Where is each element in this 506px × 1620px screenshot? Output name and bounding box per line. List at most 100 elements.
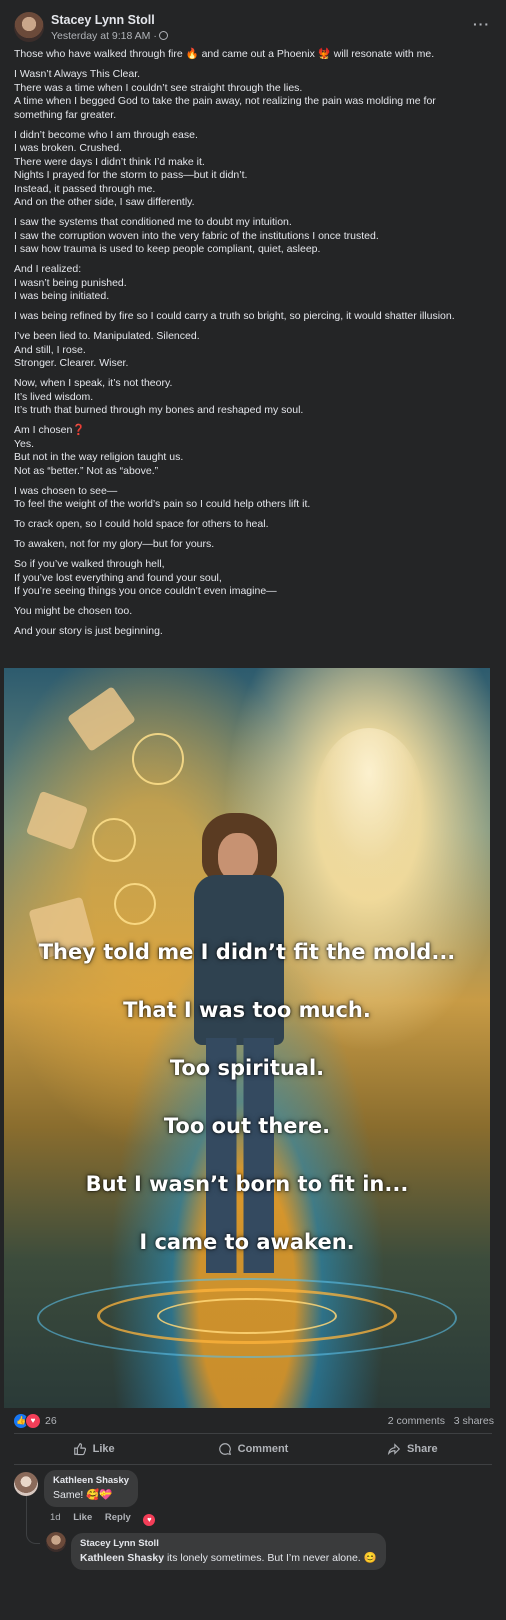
figure-head (218, 833, 258, 881)
post-line: Not as “better.” Not as “above.” (14, 464, 159, 477)
post-paragraph: I’ve been lied to. Manipulated. Silenced… (14, 330, 494, 371)
post-line: You might be chosen too. (14, 605, 133, 617)
shares-count[interactable]: 3 shares (454, 1415, 494, 1427)
quote-line: But I wasn’t born to fit in... (85, 1172, 409, 1196)
post-line: But not in the way religion taught us. (14, 451, 184, 463)
love-reaction-icon[interactable]: ♥ (143, 1514, 156, 1526)
post-line: So if you’ve walked through hell, (14, 558, 165, 570)
post-paragraph: I Wasn’t Always This Clear. There was a t… (14, 68, 494, 122)
reply-text: Kathleen Shasky its lonely sometimes. Bu… (80, 1551, 377, 1564)
author-avatar[interactable] (14, 12, 44, 42)
post-line: To awaken, not for my glory—but for your… (14, 538, 215, 550)
comments-count[interactable]: 2 comments (388, 1415, 445, 1427)
post-line: And your story is just beginning. (14, 625, 163, 637)
post-paragraph: Those who have walked through fire 🔥 and… (14, 48, 494, 62)
post-paragraph: And I realized: I wasn’t being punished. I… (14, 263, 494, 304)
post-line: Instead, it passed through me. (14, 182, 156, 195)
post-line: I was being initiated. (14, 290, 110, 302)
post-paragraph: Am I chosen❓ Yes. But not in the way relig… (14, 424, 494, 478)
quote-line: I came to awaken. (139, 1230, 355, 1254)
quote-line: That I was too much. (123, 998, 371, 1022)
post-paragraph: So if you’ve walked through hell, If you’… (14, 558, 494, 599)
post-paragraph: To awaken, not for my glory—but for your… (14, 538, 494, 552)
post-line: I wasn’t being punished. (14, 276, 127, 289)
comment-age[interactable]: 1d (50, 1512, 61, 1523)
comment-author[interactable]: Kathleen Shasky (53, 1475, 129, 1486)
post-line: something far greater. (14, 108, 117, 121)
post-line: And I realized: (14, 263, 82, 275)
share-button[interactable]: Share (333, 1437, 492, 1461)
like-button[interactable]: Like (14, 1437, 173, 1461)
share-arrow-icon (387, 1443, 401, 1456)
love-reaction-icon[interactable]: ♥ (25, 1413, 41, 1429)
post-line: To crack open, so I could hold space for… (14, 518, 269, 530)
comment-button[interactable]: Comment (173, 1437, 332, 1461)
post-card: Stacey Lynn Stoll Yesterday at 9:18 AM ·… (0, 0, 506, 1620)
post-line: And still, I rose. (14, 343, 86, 356)
comment-bubble: Kathleen Shasky Same! 🥰💝 (44, 1470, 139, 1507)
comment-label: Comment (237, 1443, 289, 1455)
thumbs-up-icon (73, 1443, 86, 1456)
like-label: Like (92, 1443, 115, 1455)
reply-author-avatar[interactable] (46, 1532, 66, 1552)
post-paragraph: I was being refined by fire so I could c… (14, 310, 494, 324)
comment-meta: 1d Like Reply ♥ (50, 1512, 165, 1526)
author-name[interactable]: Stacey Lynn Stoll (51, 13, 155, 27)
post-line: I was broken. Crushed. (14, 142, 122, 154)
post-paragraph: And your story is just beginning. (14, 625, 494, 639)
post-paragraph: You might be chosen too. (14, 605, 494, 619)
engagement-stats: 👍 ♥ 26 2 comments 3 shares (14, 1413, 494, 1430)
reply-mention[interactable]: Kathleen Shasky (80, 1552, 164, 1564)
ghost-figure (314, 728, 424, 878)
post-paragraph: I was chosen to see— To feel the weight o… (14, 485, 494, 512)
post-line: I Wasn’t Always This Clear. (14, 68, 141, 80)
share-label: Share (407, 1443, 438, 1455)
post-paragraph: Now, when I speak, it’s not theory. It’s … (14, 377, 494, 418)
more-options-icon[interactable]: ··· (473, 16, 490, 32)
post-paragraph: To crack open, so I could hold space for… (14, 518, 494, 532)
floating-paper (66, 686, 137, 752)
post-line: There were days I didn’t think I’d make … (14, 155, 205, 168)
divider (14, 1433, 492, 1434)
sacred-symbol-icon (132, 733, 184, 785)
post-line: Those who have walked through fire 🔥 and… (14, 48, 435, 60)
post-timestamp[interactable]: Yesterday at 9:18 AM · (51, 30, 168, 42)
post-line: A time when I begged God to take the pai… (14, 95, 436, 107)
reply-bubble: Stacey Lynn Stoll Kathleen Shasky its lo… (71, 1533, 386, 1570)
reply-body: its lonely sometimes. But I’m never alon… (164, 1552, 377, 1564)
post-line: And on the other side, I saw differently… (14, 196, 195, 208)
post-line: I was chosen to see— (14, 484, 118, 497)
image-quote: They told me I didn’t fit the mold... Tha… (4, 938, 490, 1286)
post-line: I was being refined by fire so I could c… (14, 310, 455, 322)
comment-icon (218, 1443, 231, 1455)
reply-author[interactable]: Stacey Lynn Stoll (80, 1538, 377, 1549)
post-paragraph: I saw the systems that conditioned me to… (14, 216, 494, 257)
timestamp-text[interactable]: Yesterday at 9:18 AM · (51, 30, 157, 42)
divider (14, 1464, 492, 1465)
reaction-count[interactable]: 26 (45, 1415, 57, 1427)
post-line: I saw how trauma is used to keep people … (14, 243, 321, 255)
post-line: It’s lived wisdom. (14, 390, 94, 403)
post-line: Yes. (14, 437, 35, 450)
post-line: Am I chosen❓ (14, 424, 86, 436)
comment-like-link[interactable]: Like (73, 1512, 92, 1523)
post-line: I saw the corruption woven into the very… (14, 229, 379, 242)
post-image[interactable]: They told me I didn’t fit the mold... Tha… (4, 668, 490, 1408)
commenter-avatar[interactable] (14, 1472, 38, 1496)
post-line: Nights I prayed for the storm to pass—bu… (14, 169, 248, 181)
comment-share-counts: 2 comments 3 shares (388, 1415, 494, 1427)
comment-reply-link[interactable]: Reply (105, 1512, 131, 1523)
globe-icon (158, 31, 168, 40)
post-header: Stacey Lynn Stoll Yesterday at 9:18 AM ·… (14, 10, 494, 44)
quote-line: Too spiritual. (169, 1056, 325, 1080)
star-of-david-icon (114, 883, 156, 925)
post-text: Those who have walked through fire 🔥 and… (14, 48, 494, 645)
quote-line: Too out there. (163, 1114, 331, 1138)
post-line: If you’re seeing things you once couldn’… (14, 585, 277, 597)
floating-paper (25, 790, 89, 851)
post-line: Stronger. Clearer. Wiser. (14, 357, 129, 369)
energy-ring (157, 1298, 337, 1334)
quote-line: They told me I didn’t fit the mold... (38, 940, 456, 964)
post-line: I saw the systems that conditioned me to… (14, 216, 292, 228)
post-paragraph: I didn’t become who I am through ease. I … (14, 129, 494, 210)
